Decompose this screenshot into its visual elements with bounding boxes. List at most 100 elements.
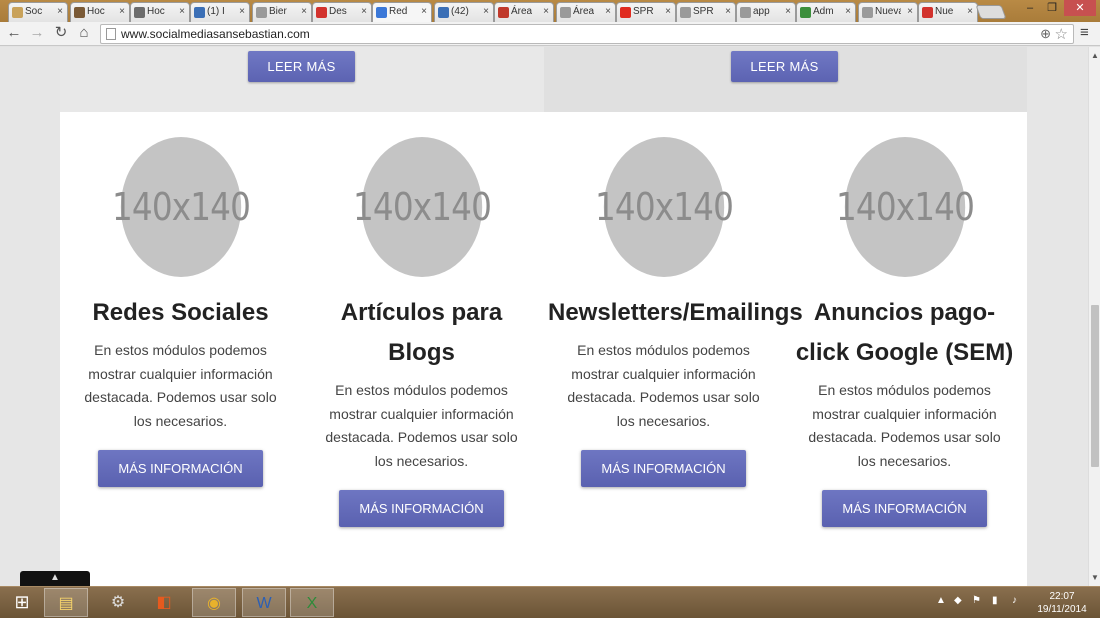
browser-tab[interactable]: (42) × <box>434 2 494 22</box>
browser-tab[interactable]: Soc × <box>8 2 68 22</box>
tab-close-icon[interactable]: × <box>543 3 549 21</box>
tab-close-icon[interactable]: × <box>301 3 307 21</box>
tab-close-icon[interactable]: × <box>483 3 489 21</box>
tab-close-icon[interactable]: × <box>907 3 913 21</box>
tab-strip: Soc × Hoc × Hoc × (1) I × Bier × Des × Red × (42) × Área… <box>0 0 1100 23</box>
tab-close-icon[interactable]: × <box>421 3 427 21</box>
browser-tab[interactable]: Adm × <box>796 2 856 22</box>
browser-tab[interactable]: SPR × <box>616 2 676 22</box>
placeholder-image: 140x140 <box>111 137 250 277</box>
tab-label: Nueva <box>875 6 901 17</box>
windows-taskbar: ⊞ ▤ ⚙ ◧ ◉ W X ▲ ◆ ⚑ ▮ ♪ 22:07 19/11/2014 <box>0 586 1100 618</box>
tab-label: app <box>753 6 770 17</box>
excel-icon[interactable]: X <box>290 588 334 617</box>
leer-mas-button-right[interactable]: LEER MÁS <box>731 51 838 82</box>
new-tab-button[interactable] <box>975 5 1007 19</box>
mas-informacion-button[interactable]: MÁS INFORMACIÓN <box>822 490 987 527</box>
file-explorer-icon[interactable]: ▤ <box>44 588 88 617</box>
page-icon <box>106 28 116 40</box>
service-card: 140x140 Redes Sociales En estos módulos … <box>60 112 301 487</box>
close-window-button[interactable]: ✕ <box>1064 0 1096 16</box>
tab-close-icon[interactable]: × <box>239 3 245 21</box>
browser-tab[interactable]: app × <box>736 2 796 22</box>
tab-favicon-icon <box>12 7 23 18</box>
app-icon[interactable]: ⚙ <box>96 588 140 617</box>
tab-close-icon[interactable]: × <box>57 3 63 21</box>
tab-favicon-icon <box>256 7 267 18</box>
reload-icon[interactable]: ↻ <box>52 24 70 42</box>
browser-tab[interactable]: Hoc × <box>130 2 190 22</box>
leer-mas-button-left[interactable]: LEER MÁS <box>248 51 355 82</box>
tab-favicon-icon <box>560 7 571 18</box>
tab-close-icon[interactable]: × <box>785 3 791 21</box>
tab-favicon-icon <box>134 7 145 18</box>
forward-arrow-icon[interactable]: → <box>28 24 46 42</box>
service-title: Redes Sociales <box>92 299 269 326</box>
network-security-icon[interactable]: ◆ <box>954 595 962 606</box>
clock-date: 19/11/2014 <box>1037 604 1087 615</box>
url-text: www.socialmediasansebastian.com <box>121 27 310 41</box>
scroll-down-arrow-icon[interactable]: ▼ <box>1091 573 1099 582</box>
bookmark-star-icon[interactable]: ☆ <box>1055 25 1068 43</box>
start-icon[interactable]: ⊞ <box>0 588 44 617</box>
browser-tab[interactable]: Bier × <box>252 2 312 22</box>
service-title: Artículos para Blogs <box>340 299 503 366</box>
scrollbar-thumb[interactable] <box>1091 305 1099 467</box>
tab-label: Área <box>511 6 533 17</box>
tab-close-icon[interactable]: × <box>967 3 973 21</box>
word-icon[interactable]: W <box>242 588 286 617</box>
mas-informacion-button[interactable]: MÁS INFORMACIÓN <box>339 490 504 527</box>
tab-close-icon[interactable]: × <box>361 3 367 21</box>
top-section-left: LEER MÁS <box>60 47 544 112</box>
browser-tab[interactable]: Área × <box>494 2 554 22</box>
zoom-icon[interactable]: ⊕ <box>1040 26 1051 42</box>
back-arrow-icon[interactable]: ← <box>5 24 23 42</box>
menu-icon[interactable]: ≡ <box>1080 24 1089 41</box>
tab-close-icon[interactable]: × <box>119 3 125 21</box>
tab-label: Hoc <box>87 6 105 17</box>
office-icon[interactable]: ◧ <box>142 588 186 617</box>
tab-favicon-icon <box>620 7 631 18</box>
mas-informacion-button[interactable]: MÁS INFORMACIÓN <box>98 450 263 487</box>
tab-label: Área <box>573 6 595 17</box>
restore-button[interactable]: ❐ <box>1042 0 1062 16</box>
address-bar[interactable]: www.socialmediasansebastian.com ⊕ ☆ <box>100 24 1074 44</box>
mas-informacion-button[interactable]: MÁS INFORMACIÓN <box>581 450 746 487</box>
tab-close-icon[interactable]: × <box>665 3 671 21</box>
flag-icon[interactable]: ⚑ <box>972 595 981 606</box>
home-icon[interactable]: ⌂ <box>75 24 93 42</box>
tab-close-icon[interactable]: × <box>605 3 611 21</box>
signal-icon[interactable]: ▮ <box>992 595 998 606</box>
tab-close-icon[interactable]: × <box>725 3 731 21</box>
browser-tab[interactable]: Des × <box>312 2 372 22</box>
scroll-up-arrow-icon[interactable]: ▲ <box>1091 51 1099 60</box>
browser-tab[interactable]: Red × <box>372 2 432 23</box>
tray-expand-icon[interactable]: ▲ <box>936 595 946 606</box>
tab-close-icon[interactable]: × <box>179 3 185 21</box>
chrome-icon[interactable]: ◉ <box>192 588 236 617</box>
browser-tab[interactable]: Nue × <box>918 2 978 22</box>
tab-favicon-icon <box>438 7 449 18</box>
tab-label: Soc <box>25 6 43 17</box>
service-card: 140x140 Anuncios pago-click Google (SEM)… <box>784 112 1025 527</box>
volume-icon[interactable]: ♪ <box>1012 595 1017 606</box>
placeholder-image: 140x140 <box>352 137 491 277</box>
tab-close-icon[interactable]: × <box>845 3 851 21</box>
browser-tab[interactable]: (1) I × <box>190 2 250 22</box>
browser-tab[interactable]: Área × <box>556 2 616 22</box>
browser-tab[interactable]: SPR × <box>676 2 736 22</box>
system-clock[interactable]: 22:07 19/11/2014 <box>1032 590 1092 616</box>
top-section-right: LEER MÁS <box>544 47 1027 112</box>
tab-favicon-icon <box>194 7 205 18</box>
tab-label: Hoc <box>147 6 165 17</box>
browser-tab[interactable]: Hoc × <box>70 2 130 22</box>
tab-favicon-icon <box>376 7 387 18</box>
tab-favicon-icon <box>680 7 691 18</box>
browser-toolbar: ← → ↻ ⌂ www.socialmediasansebastian.com … <box>0 22 1100 46</box>
service-title: Newsletters/Emailings <box>548 299 803 326</box>
tab-favicon-icon <box>922 7 933 18</box>
back-to-top-button[interactable]: ▲ <box>20 571 90 586</box>
vertical-scrollbar[interactable]: ▲ ▼ <box>1088 47 1100 586</box>
browser-tab[interactable]: Nueva × <box>858 2 918 22</box>
minimize-button[interactable]: – <box>1020 0 1040 16</box>
